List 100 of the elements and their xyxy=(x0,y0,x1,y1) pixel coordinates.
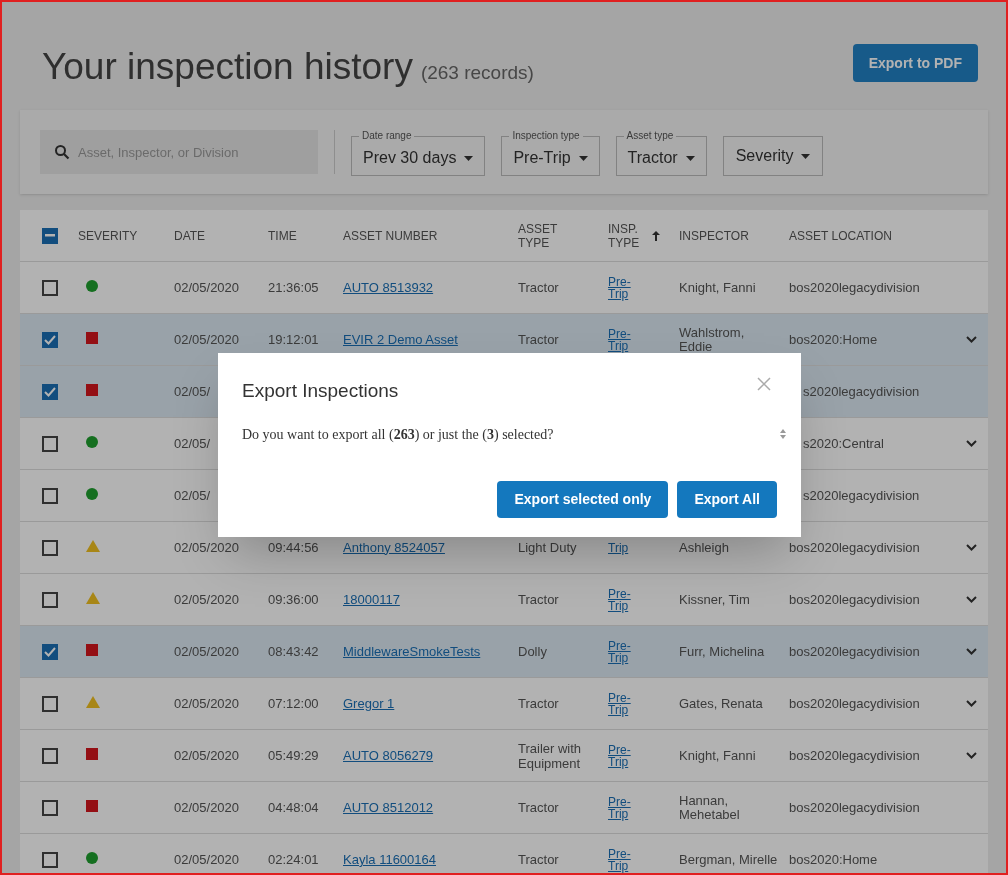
table-cell-text: 07:12:00 xyxy=(268,694,319,713)
table-cell-text: Tractor xyxy=(518,332,560,347)
column-header[interactable]: INSP. TYPE xyxy=(608,221,648,250)
inspection-type-link[interactable]: Pre-Trip xyxy=(608,743,636,768)
table-cell-text: 02/05/2020 xyxy=(174,798,240,817)
spinner-arrows-icon xyxy=(779,428,787,440)
table-cell-text: bos2020legacydivision xyxy=(789,538,920,557)
column-header[interactable]: ASSET LOCATION xyxy=(789,228,892,243)
checkbox[interactable] xyxy=(42,487,58,504)
dialog-title: Export Inspections xyxy=(242,379,399,403)
table-cell-text: 05:49:29 xyxy=(268,746,319,765)
export-pdf-button[interactable]: Export to PDF xyxy=(852,44,978,82)
column-header[interactable]: ASSET NUMBER xyxy=(343,228,438,243)
inspection-type-link[interactable]: Pre-Trip xyxy=(608,795,636,820)
table-cell-text: Tractor xyxy=(518,852,560,867)
asset-link[interactable]: Anthony 8524057 xyxy=(343,537,445,558)
checkbox[interactable] xyxy=(42,747,58,764)
column-header[interactable]: SEVERITY xyxy=(78,228,138,243)
table-cell-text: 19:12:01 xyxy=(268,330,319,349)
column-header[interactable]: DATE xyxy=(174,228,206,243)
dialog-button[interactable]: Export All xyxy=(677,480,777,518)
checkbox[interactable] xyxy=(42,591,58,608)
table-cell-text: 02/05/2020 xyxy=(174,538,240,557)
inspection-type-link[interactable]: Pre-Trip xyxy=(608,327,636,352)
filter-dropdown[interactable]: Severity xyxy=(722,136,824,176)
checkbox[interactable] xyxy=(42,383,58,400)
asset-link[interactable]: Gregor 1 xyxy=(343,693,395,714)
table-cell-text: Kissner, Tim xyxy=(679,592,751,607)
chevron-down-icon[interactable] xyxy=(966,544,977,551)
table-cell-text: 02:24:01 xyxy=(268,850,319,869)
table-cell-text: 21:36:05 xyxy=(268,278,319,297)
chevron-down-icon[interactable] xyxy=(966,700,977,707)
inspection-type-link[interactable]: Pre-Trip xyxy=(608,587,636,612)
table-cell-text: bos2020legacydivision xyxy=(789,694,920,713)
chevron-down-icon[interactable] xyxy=(966,648,977,655)
table-cell-text: Knight, Fanni xyxy=(679,748,757,763)
chevron-down-icon[interactable] xyxy=(966,596,977,603)
chevron-down-icon[interactable] xyxy=(966,440,977,447)
checkbox[interactable] xyxy=(42,331,58,348)
chevron-down-icon[interactable] xyxy=(966,336,977,343)
table-cell-text: bos2020:Home xyxy=(789,330,878,349)
table-cell-text: Trailer with Equipment xyxy=(518,740,583,771)
table-cell-text: 02/05/2020 xyxy=(174,278,240,297)
table-cell-text: 02/05/2020 xyxy=(174,694,240,713)
asset-link[interactable]: Kayla 11600164 xyxy=(343,849,436,870)
asset-link[interactable]: EVIR 2 Demo Asset xyxy=(343,329,458,350)
table-cell-text: Tractor xyxy=(518,800,560,815)
table-cell-text: s2020legacydivision xyxy=(803,486,920,505)
table-cell-text: bos2020legacydivision xyxy=(789,642,920,661)
asset-link[interactable]: MiddlewareSmokeTests xyxy=(343,641,481,662)
dropdown-label: Inspection type xyxy=(509,129,583,143)
dialog-button[interactable]: Export selected only xyxy=(497,480,669,518)
column-header[interactable]: ASSET TYPE xyxy=(518,221,558,250)
checkbox[interactable] xyxy=(42,643,58,660)
caret-icon xyxy=(685,155,695,161)
table-cell-text: Tractor xyxy=(518,280,560,295)
table-cell-text: bos2020legacydivision xyxy=(789,798,920,817)
table-cell-text: 02/05/ xyxy=(174,486,211,505)
table-cell-text: Ashleigh xyxy=(679,540,730,555)
table-cell-text: s2020:Central xyxy=(803,434,884,453)
table-cell-text: 09:44:56 xyxy=(268,538,319,557)
inspection-type-link[interactable]: Trip xyxy=(608,541,636,554)
page-title: Your inspection history xyxy=(42,45,413,90)
checkbox[interactable] xyxy=(42,539,58,556)
table-cell-text: bos2020legacydivision xyxy=(789,746,920,765)
checkbox[interactable] xyxy=(42,227,58,244)
table-cell-text: 02/05/ xyxy=(174,382,211,401)
asset-link[interactable]: AUTO 8512012 xyxy=(343,797,434,818)
checkbox[interactable] xyxy=(42,695,58,712)
chevron-down-icon[interactable] xyxy=(966,752,977,759)
caret-icon xyxy=(801,153,811,159)
checkbox[interactable] xyxy=(42,851,58,868)
table-cell-text: Light Duty xyxy=(518,540,578,555)
table-cell-text: 02/05/2020 xyxy=(174,642,240,661)
table-cell-text: 02/05/2020 xyxy=(174,590,240,609)
asset-link[interactable]: 18000117 xyxy=(343,589,400,610)
checkbox[interactable] xyxy=(42,435,58,452)
table-cell-text: Tractor xyxy=(518,592,560,607)
checkbox[interactable] xyxy=(42,279,58,296)
table-cell-text: 08:43:42 xyxy=(268,642,319,661)
inspection-type-link[interactable]: Pre-Trip xyxy=(608,847,636,872)
caret-icon xyxy=(464,155,474,161)
inspection-type-link[interactable]: Pre-Trip xyxy=(608,639,636,664)
checkbox[interactable] xyxy=(42,799,58,816)
inspection-type-link[interactable]: Pre-Trip xyxy=(608,275,636,300)
table-cell-text: 04:48:04 xyxy=(268,798,319,817)
minus-icon xyxy=(45,234,55,237)
table-cell-text: bos2020legacydivision xyxy=(789,278,920,297)
dialog-message: Do you want to export all (263) or just the (3) selected? xyxy=(242,425,554,444)
inspection-type-link[interactable]: Pre-Trip xyxy=(608,691,636,716)
column-header[interactable]: TIME xyxy=(268,228,297,243)
table-cell-text: bos2020legacydivision xyxy=(789,590,920,609)
asset-link[interactable]: AUTO 8513932 xyxy=(343,277,434,298)
table-cell-text: Furr, Michelina xyxy=(679,644,766,659)
asset-link[interactable]: AUTO 8056279 xyxy=(343,745,434,766)
table-cell-text: 02/05/2020 xyxy=(174,850,240,869)
dropdown-label: Asset type xyxy=(623,129,677,143)
table-cell-text: bos2020:Home xyxy=(789,850,878,869)
table-cell-text: 02/05/2020 xyxy=(174,330,240,349)
column-header[interactable]: INSPECTOR xyxy=(679,228,749,243)
